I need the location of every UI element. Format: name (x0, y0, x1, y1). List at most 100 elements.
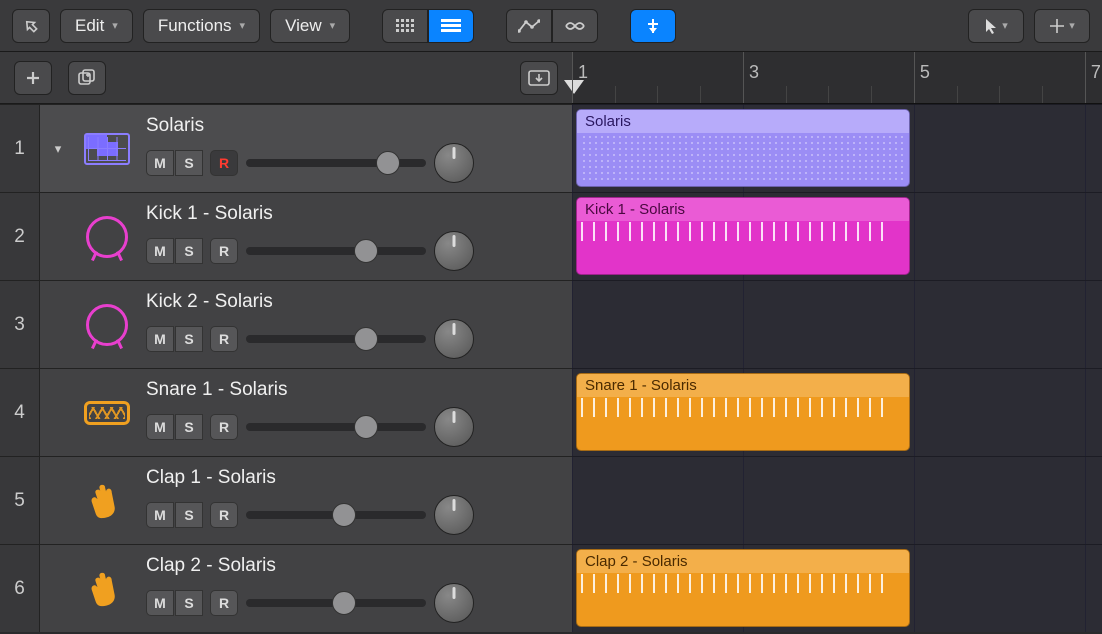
view-label: View (285, 16, 322, 36)
volume-slider[interactable] (246, 247, 426, 255)
track-name: Clap 1 - Solaris (146, 467, 560, 489)
track-number: 2 (0, 192, 40, 280)
add-track-button[interactable] (14, 61, 52, 95)
grid-view-button[interactable] (382, 9, 428, 43)
mute-button[interactable]: M (146, 326, 174, 352)
solo-button[interactable]: S (175, 414, 203, 440)
clap-icon (88, 481, 126, 521)
msr-group: MSR (146, 238, 238, 264)
kick-drum-icon (86, 216, 128, 258)
record-enable-button[interactable]: R (210, 414, 238, 440)
track-row[interactable]: 1▾SolarisMSR (0, 104, 572, 192)
record-enable-button[interactable]: R (210, 150, 238, 176)
volume-slider[interactable] (246, 159, 426, 167)
record-enable-button[interactable]: R (210, 326, 238, 352)
region[interactable]: Snare 1 - Solaris (576, 373, 910, 451)
track-number: 4 (0, 368, 40, 456)
flex-icon (564, 18, 586, 34)
track-row[interactable]: 2 Kick 1 - Solaris MSR (0, 192, 572, 280)
track-name: Snare 1 - Solaris (146, 379, 560, 401)
volume-slider[interactable] (246, 423, 426, 431)
pan-knob[interactable] (434, 407, 474, 447)
region[interactable]: Kick 1 - Solaris (576, 197, 910, 275)
automation-group (506, 9, 598, 43)
region-row[interactable]: Solaris (572, 104, 1102, 192)
arrangement[interactable]: Solaris Kick 1 - Solaris Snare 1 - Solaris… (572, 104, 1102, 632)
track-header[interactable]: Kick 1 - Solaris MSR (40, 192, 572, 280)
solo-button[interactable]: S (175, 238, 203, 264)
clap-icon (88, 569, 126, 609)
msr-group: MSR (146, 590, 238, 616)
kick-drum-icon (86, 304, 128, 346)
subheader: 1357 (0, 52, 1102, 104)
back-button[interactable] (12, 9, 50, 43)
list-view-button[interactable] (428, 9, 474, 43)
chevron-down-icon: ▾ (330, 19, 336, 32)
grid-icon (396, 19, 414, 33)
flex-button[interactable] (552, 9, 598, 43)
pointer-tool-button[interactable]: ▾ (968, 9, 1024, 43)
pan-knob[interactable] (434, 583, 474, 623)
plus-icon (24, 69, 42, 87)
tool-group-1: ▾ (968, 9, 1024, 43)
mute-button[interactable]: M (146, 414, 174, 440)
pan-knob[interactable] (434, 143, 474, 183)
mute-button[interactable]: M (146, 502, 174, 528)
track-header[interactable]: Clap 1 - Solaris MSR (40, 456, 572, 544)
pan-knob[interactable] (434, 495, 474, 535)
msr-group: MSR (146, 326, 238, 352)
solo-button[interactable]: S (175, 590, 203, 616)
mute-button[interactable]: M (146, 238, 174, 264)
record-enable-button[interactable]: R (210, 238, 238, 264)
volume-slider[interactable] (246, 511, 426, 519)
track-header[interactable]: Kick 2 - SolarisMSR (40, 280, 572, 368)
functions-menu[interactable]: Functions▾ (143, 9, 260, 43)
volume-slider[interactable] (246, 599, 426, 607)
view-menu[interactable]: View ▾ (270, 9, 350, 43)
mute-button[interactable]: M (146, 150, 174, 176)
toolbar: Edit▾ Functions▾ View ▾ ▾ (0, 0, 1102, 52)
track-row[interactable]: 6Clap 2 - SolarisMSR (0, 544, 572, 632)
msr-group: MSR (146, 150, 238, 176)
track-header[interactable]: ▾SolarisMSR (40, 104, 572, 192)
pan-knob[interactable] (434, 231, 474, 271)
duplicate-track-button[interactable] (68, 61, 106, 95)
track-header[interactable]: Clap 2 - SolarisMSR (40, 544, 572, 632)
view-mode-group (382, 9, 474, 43)
region-row[interactable]: Kick 1 - Solaris (572, 192, 1102, 280)
solo-button[interactable]: S (175, 150, 203, 176)
track-list: 1▾SolarisMSR2Kick 1 - SolarisMSR3Kick 2 … (0, 104, 572, 632)
pan-knob[interactable] (434, 319, 474, 359)
secondary-tool-button[interactable]: ▾ (1034, 9, 1090, 43)
region-row[interactable] (572, 456, 1102, 544)
catch-playhead-button[interactable] (630, 9, 676, 43)
msr-group: MSR (146, 502, 238, 528)
disclosure-button[interactable]: ▾ (48, 141, 68, 157)
track-row[interactable]: 4 Snare 1 - Solaris MSR (0, 368, 572, 456)
track-row[interactable]: 3Kick 2 - SolarisMSR (0, 280, 572, 368)
ruler-label: 5 (920, 62, 930, 83)
track-row[interactable]: 5Clap 1 - SolarisMSR (0, 456, 572, 544)
volume-slider[interactable] (246, 335, 426, 343)
region-row[interactable] (572, 280, 1102, 368)
record-enable-button[interactable]: R (210, 502, 238, 528)
record-enable-button[interactable]: R (210, 590, 238, 616)
curve-icon (518, 19, 540, 33)
track-header[interactable]: Snare 1 - Solaris MSR (40, 368, 572, 456)
mute-button[interactable]: M (146, 590, 174, 616)
screen-arrow-icon (528, 70, 550, 86)
solo-button[interactable]: S (175, 502, 203, 528)
duplicate-icon (77, 69, 97, 87)
track-name: Kick 1 - Solaris (146, 203, 560, 225)
ruler[interactable]: 1357 (572, 52, 1102, 104)
region[interactable]: Clap 2 - Solaris (576, 549, 910, 627)
region-row[interactable]: Clap 2 - Solaris (572, 544, 1102, 632)
ruler-label: 3 (749, 62, 759, 83)
edit-menu[interactable]: Edit▾ (60, 9, 133, 43)
region-label: Kick 1 - Solaris (577, 198, 909, 221)
solo-button[interactable]: S (175, 326, 203, 352)
region[interactable]: Solaris (576, 109, 910, 187)
automation-curve-button[interactable] (506, 9, 552, 43)
region-row[interactable]: Snare 1 - Solaris (572, 368, 1102, 456)
catch-content-button[interactable] (520, 61, 558, 95)
